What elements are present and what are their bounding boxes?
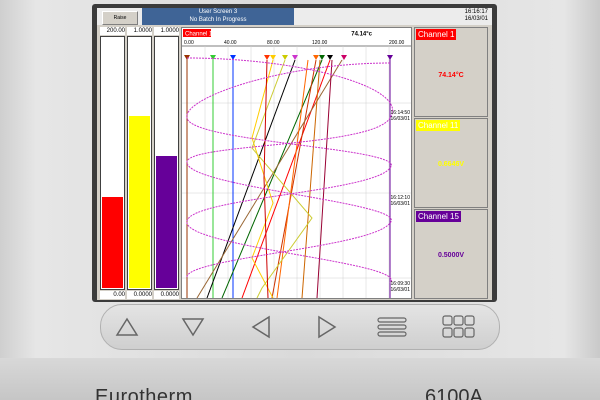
panel-label: Channel 15: [416, 211, 461, 222]
left-button[interactable]: [247, 313, 275, 341]
batch-status: No Batch In Progress: [189, 16, 247, 23]
up-button[interactable]: [113, 313, 141, 341]
bar-fill: [102, 196, 123, 288]
scale-tick-1: 40.00: [224, 40, 237, 46]
down-button[interactable]: [179, 313, 207, 341]
chart-header-bg: [182, 28, 411, 40]
pen-marker: [327, 55, 333, 60]
trend-chart[interactable]: Channel 1 74.14°c 0.00 40.00 80.00 120.0…: [181, 27, 412, 299]
clock-date: 16/03/01: [464, 16, 488, 22]
menu-icon: [377, 317, 407, 337]
grid-icon: [442, 315, 475, 338]
panel-value: 0.6646V: [437, 161, 465, 168]
screen-title: User Screen 3: [198, 9, 238, 15]
bar-frame: [154, 36, 179, 290]
pen-marker: [264, 55, 270, 60]
grid-lines: [182, 46, 411, 298]
brand-logo: Eurotherm: [95, 386, 193, 400]
panel-value: 0.5000V: [437, 252, 465, 259]
channel-panel-11[interactable]: Channel 11 0.6646V: [414, 118, 488, 208]
screen-title-box[interactable]: User Screen 3 No Batch In Progress: [142, 8, 294, 25]
bar-fill: [156, 156, 177, 288]
chart-channel-label: Channel 1: [185, 32, 213, 38]
raise-button[interactable]: Raise: [102, 11, 138, 25]
triangle-left-icon: [251, 315, 270, 339]
trace-line: [316, 59, 333, 298]
bar-max-label: 1.0000: [127, 27, 152, 35]
top-bar: Raise User Screen 3 No Batch In Progress…: [97, 8, 492, 25]
pen-markers: [184, 55, 393, 60]
panel-value: 74.14°C: [438, 72, 464, 79]
timestamp-date: 16/03/01: [391, 116, 411, 122]
triangle-up-icon: [115, 317, 139, 336]
clock: 16:16:17 16/03/01: [465, 9, 488, 23]
bar-graph-1: 200.00 0.00: [100, 27, 125, 299]
clock-time: 16:16:17: [464, 9, 488, 15]
bar-graph-3: 1.0000 0.0000: [154, 27, 179, 299]
scale-tick-2: 80.00: [267, 40, 280, 46]
trend-chart-svg: Channel 1 74.14°c 0.00 40.00 80.00 120.0…: [182, 28, 411, 298]
pen-marker: [282, 55, 288, 60]
bar-frame: [100, 36, 125, 290]
scale-tick-3: 120.00: [312, 40, 328, 46]
bar-max-label: 1.0000: [154, 27, 179, 35]
timestamp-date: 16/03/01: [391, 201, 411, 207]
triangle-right-icon: [318, 315, 337, 339]
trace-line: [301, 59, 321, 298]
pen-marker: [313, 55, 319, 60]
bar-min-label: 0.00: [100, 291, 125, 299]
timestamp-date: 16/03/01: [391, 287, 411, 293]
screen: Raise User Screen 3 No Batch In Progress…: [97, 8, 492, 300]
bar-fill: [129, 116, 150, 288]
bar-min-label: 0.0000: [127, 291, 152, 299]
chart-value: 74.14°c: [351, 32, 372, 38]
panel-label: Channel 11: [416, 120, 461, 131]
navigation-keypad: [100, 304, 500, 350]
menu-button[interactable]: [375, 313, 409, 341]
device-bottom-band: [0, 358, 600, 400]
screen-select-button[interactable]: [441, 313, 477, 341]
model-number: 6100A: [425, 386, 483, 400]
triangle-down-icon: [181, 318, 205, 337]
bar-frame: [127, 36, 152, 290]
panel-label: Channel 1: [416, 29, 457, 40]
bar-min-label: 0.0000: [154, 291, 179, 299]
right-button[interactable]: [313, 313, 341, 341]
scale-tick-0: 0.00: [184, 40, 194, 46]
bar-max-label: 200.00: [100, 27, 125, 35]
pen-marker: [341, 55, 347, 60]
bar-graph-2: 1.0000 0.0000: [127, 27, 152, 299]
scale-tick-4: 200.00: [389, 40, 405, 46]
trace-line: [263, 59, 269, 298]
channel-panel-15[interactable]: Channel 15 0.5000V: [414, 209, 488, 299]
channel-panel-1[interactable]: Channel 1 74.14°C: [414, 27, 488, 117]
pen-marker: [270, 55, 276, 60]
recorder-device: Raise User Screen 3 No Batch In Progress…: [0, 0, 600, 400]
